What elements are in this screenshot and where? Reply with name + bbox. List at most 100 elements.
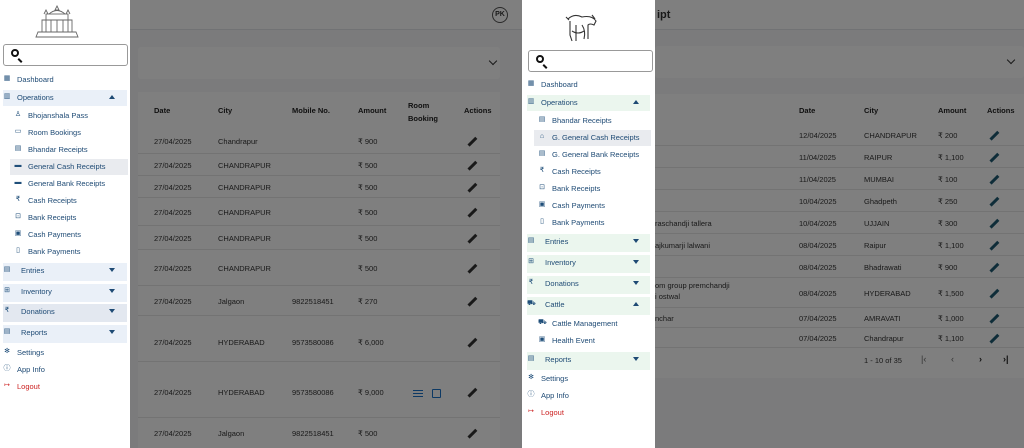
edit-icon[interactable]: [990, 197, 999, 206]
edit-icon[interactable]: [990, 314, 999, 323]
sidebar-item-app-info[interactable]: ⓘ App Info: [3, 362, 127, 378]
edit-icon[interactable]: [468, 297, 477, 306]
next-page-icon[interactable]: ›: [979, 354, 982, 364]
sidebar-item-dashboard[interactable]: ▦ Dashboard: [527, 77, 650, 93]
edit-icon[interactable]: [990, 175, 999, 184]
sidebar-item-reports[interactable]: ▤ Reports: [527, 352, 650, 370]
last-page-icon[interactable]: ›|: [1003, 354, 1009, 364]
sidebar-item-reports[interactable]: ▤ Reports: [3, 325, 127, 343]
sidebar-item-settings[interactable]: ✻ Settings: [527, 371, 650, 387]
edit-icon[interactable]: [468, 183, 477, 192]
sidebar-item-general-cash-receipts[interactable]: ▬ General Cash Receipts: [10, 159, 128, 175]
sidebar-item-label: G. General Bank Receipts: [552, 150, 640, 159]
sidebar-item-g-general-cash-receipts[interactable]: ⌂ G. General Cash Receipts: [534, 130, 651, 146]
sidebar-item-app-info[interactable]: ⓘ App Info: [527, 388, 650, 404]
edit-icon[interactable]: [990, 153, 999, 162]
sidebar-item-operations[interactable]: ▥ Operations: [3, 90, 127, 106]
gear-icon: ✻: [528, 374, 534, 381]
cell-name: om group premchandji: [655, 281, 730, 290]
sidebar-item-room-bookings[interactable]: ▭ Room Bookings: [14, 125, 127, 141]
table-row: 10/04/2025 Ghadpeth ₹ 250: [655, 190, 1024, 212]
sidebar-item-cattle-management[interactable]: ⛟ Cattle Management: [538, 316, 650, 332]
chevron-down-icon: [109, 268, 115, 272]
user-avatar[interactable]: PK: [492, 7, 508, 23]
sidebar-item-label: App Info: [541, 391, 569, 400]
sidebar-item-dashboard[interactable]: ▦ Dashboard: [3, 72, 127, 88]
edit-icon[interactable]: [468, 429, 477, 438]
table-row: 27/04/2025 HYDERABAD 9573580086 ₹ 9,000: [138, 362, 500, 418]
col-actions: Actions: [987, 106, 1015, 115]
sidebar-item-health-event[interactable]: ▣ Health Event: [538, 333, 650, 349]
document-icon: ▯: [540, 218, 544, 225]
col-amount: Amount: [358, 106, 387, 115]
dashboard-icon: ▦: [527, 80, 535, 87]
edit-icon[interactable]: [990, 241, 999, 250]
edit-icon[interactable]: [990, 263, 999, 272]
sidebar-item-operations[interactable]: ▥ Operations: [527, 95, 650, 111]
sidebar-item-label: Bank Payments: [552, 218, 605, 227]
sidebar-item-cash-payments[interactable]: ▣ Cash Payments: [14, 227, 127, 243]
sidebar-item-bhandar-receipts[interactable]: ▤ Bhandar Receipts: [538, 113, 650, 129]
left-filter-card[interactable]: [138, 47, 500, 79]
sidebar-item-entries[interactable]: ▤ Entries: [527, 234, 650, 252]
edit-icon[interactable]: [468, 234, 477, 243]
cell-name: nchar: [655, 314, 674, 323]
sidebar-item-settings[interactable]: ✻ Settings: [3, 345, 127, 361]
sidebar-item-bank-payments[interactable]: ▯ Bank Payments: [538, 215, 650, 231]
chevron-up-icon: [109, 95, 115, 99]
edit-icon[interactable]: [468, 161, 477, 170]
chevron-down-icon[interactable]: [1006, 55, 1016, 65]
cell-amount: ₹ 500: [358, 234, 378, 243]
sidebar-item-logout[interactable]: ↦ Logout: [527, 405, 650, 421]
sidebar-item-donations[interactable]: ₹ Donations: [527, 276, 650, 294]
cell-city: Chandrapur: [864, 334, 904, 343]
sidebar-item-cash-receipts[interactable]: ₹ Cash Receipts: [14, 193, 127, 209]
first-page-icon[interactable]: |‹: [921, 354, 926, 364]
sidebar-item-bank-receipts[interactable]: ⊡ Bank Receipts: [14, 210, 127, 226]
info-icon: ⓘ: [3, 365, 11, 372]
edit-icon[interactable]: [468, 137, 477, 146]
edit-icon[interactable]: [468, 208, 477, 217]
page-title: ipt: [657, 9, 671, 21]
col-actions: Actions: [464, 106, 492, 115]
edit-icon[interactable]: [990, 219, 999, 228]
reports-icon: ▤: [527, 355, 535, 362]
edit-icon[interactable]: [468, 264, 477, 273]
edit-icon[interactable]: [468, 338, 477, 347]
info-icon: ⓘ: [527, 391, 535, 398]
sidebar-item-label: Bhojanshala Pass: [28, 111, 89, 120]
sidebar-item-cash-receipts[interactable]: ₹ Cash Receipts: [538, 164, 650, 180]
cell-amount: ₹ 200: [938, 131, 958, 140]
sidebar-item-inventory[interactable]: ⊞ Inventory: [527, 255, 650, 273]
sidebar-item-donations[interactable]: ₹ Donations: [3, 304, 127, 322]
chevron-down-icon[interactable]: [488, 56, 498, 66]
sidebar-item-logout[interactable]: ↦ Logout: [3, 379, 127, 395]
sidebar-item-bhandar-receipts[interactable]: ▤ Bhandar Receipts: [14, 142, 127, 158]
search-input[interactable]: [528, 50, 653, 72]
sidebar-item-g-general-bank-receipts[interactable]: ▤ G. General Bank Receipts: [538, 147, 650, 163]
col-date: Date: [154, 106, 171, 115]
sidebar-item-bank-receipts[interactable]: ⊡ Bank Receipts: [538, 181, 650, 197]
sidebar-item-bank-payments[interactable]: ▯ Bank Payments: [14, 244, 127, 260]
cell-date: 08/04/2025: [799, 263, 837, 272]
sidebar-item-entries[interactable]: ▤ Entries: [3, 263, 127, 281]
sidebar-item-general-bank-receipts[interactable]: ▬ General Bank Receipts: [14, 176, 127, 192]
edit-icon[interactable]: [468, 388, 477, 397]
col-room-booking-l1: Room: [408, 101, 430, 110]
search-input[interactable]: [3, 44, 128, 66]
sidebar-item-inventory[interactable]: ⊞ Inventory: [3, 284, 127, 302]
cash-icon: ▬: [14, 162, 22, 169]
sidebar-item-cash-payments[interactable]: ▣ Cash Payments: [538, 198, 650, 214]
sidebar-item-cattle[interactable]: ⛟ Cattle: [527, 297, 650, 315]
right-filter-card[interactable]: [655, 46, 1024, 78]
list-icon[interactable]: [413, 390, 423, 397]
cell-amount: ₹ 500: [358, 161, 378, 170]
edit-icon[interactable]: [990, 334, 999, 343]
open-booking-icon[interactable]: [432, 389, 441, 398]
edit-icon[interactable]: [990, 289, 999, 298]
sidebar-item-label: Inventory: [545, 258, 576, 267]
sidebar-item-label: Bank Receipts: [28, 213, 77, 222]
edit-icon[interactable]: [990, 131, 999, 140]
prev-page-icon[interactable]: ‹: [951, 354, 954, 364]
sidebar-item-bhojanshala-pass[interactable]: ♙ Bhojanshala Pass: [14, 108, 127, 124]
